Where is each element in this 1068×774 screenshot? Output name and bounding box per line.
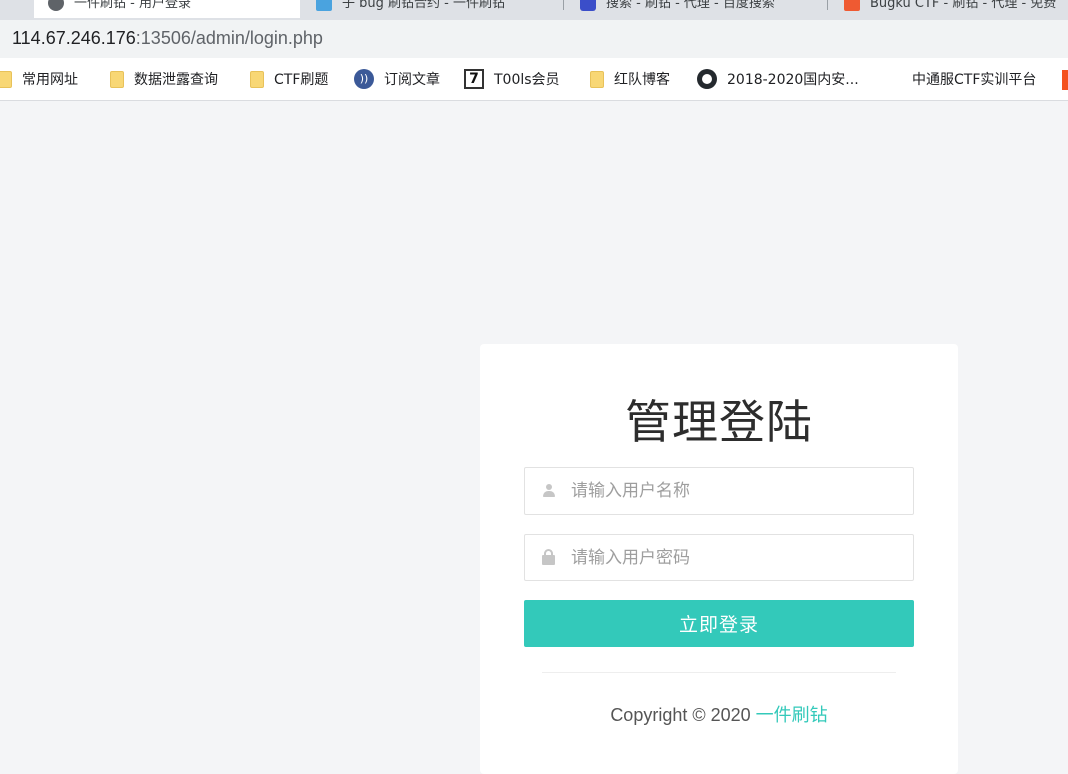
bugku-icon (844, 0, 860, 11)
bookmark-data-leak[interactable]: 数据泄露查询 (110, 69, 218, 89)
url-path: :13506/admin/login.php (135, 28, 323, 48)
globe-icon (48, 0, 64, 11)
folder-icon (0, 70, 12, 88)
copyright-text: Copyright © 2020 (610, 705, 751, 725)
bookmark-label: 订阅文章 (384, 72, 440, 88)
url-text[interactable]: 114.67.246.176:13506/admin/login.php (12, 28, 323, 49)
bookmarks-bar: 常用网址 数据泄露查询 CTF刷题 )) 订阅文章 7 T00ls会员 红队博客… (0, 58, 1068, 101)
bookmark-ctf[interactable]: CTF刷题 (250, 69, 328, 89)
tab-baidu[interactable]: 搜索 - 刷钻 - 代理 - 百度搜索 (566, 0, 826, 18)
bookmark-label: 红队博客 (614, 72, 670, 88)
tab-login[interactable]: 一件刷钻 - 用户登录 (34, 0, 300, 18)
bookmark-subscriptions[interactable]: )) 订阅文章 (354, 69, 440, 89)
login-card: 管理登陆 立即登录 Copyright © 2020 一件刷钻 (480, 344, 958, 774)
login-button[interactable]: 立即登录 (524, 600, 914, 647)
bookmark-common-sites[interactable]: 常用网址 (0, 69, 78, 89)
t00ls-icon: 7 (464, 69, 484, 89)
tab-label: Bugku CTF - 刷钻 - 代理 - 免费 (870, 0, 1057, 11)
bookmark-label: 中通服CTF实训平台 (912, 72, 1037, 88)
folder-icon (590, 70, 604, 88)
tab-separator (563, 0, 564, 10)
tab-label: 搜索 - 刷钻 - 代理 - 百度搜索 (606, 0, 775, 11)
user-icon (543, 484, 555, 498)
bookmark-label: T00ls会员 (494, 72, 560, 88)
tab-label: 一件刷钻 - 用户登录 (74, 0, 191, 11)
tab-bug[interactable]: 子 bug 刷钻合约 - 一件刷钻 (302, 0, 562, 18)
copyright: Copyright © 2020 一件刷钻 (480, 701, 958, 727)
bookmark-label: 2018-2020国内安... (727, 72, 859, 88)
bookmark-label: 常用网址 (22, 72, 78, 88)
bookmark-t00ls[interactable]: 7 T00ls会员 (464, 69, 560, 89)
bookmark-label: CTF刷题 (274, 72, 329, 88)
lock-icon (542, 549, 555, 565)
password-input[interactable] (571, 535, 901, 580)
folder-icon (110, 70, 124, 88)
address-bar[interactable]: 114.67.246.176:13506/admin/login.php (0, 20, 1068, 58)
bookmark-label: 数据泄露查询 (134, 72, 218, 88)
tab-strip: 一件刷钻 - 用户登录 子 bug 刷钻合约 - 一件刷钻 搜索 - 刷钻 - … (0, 0, 1068, 20)
password-field[interactable] (524, 534, 914, 581)
page-icon (316, 0, 332, 11)
copyright-link[interactable]: 一件刷钻 (756, 705, 828, 725)
divider (542, 672, 896, 673)
rss-icon: )) (354, 69, 374, 89)
username-input[interactable] (571, 468, 901, 514)
tab-separator (827, 0, 828, 10)
github-icon (697, 69, 717, 89)
bookmark-github-repo[interactable]: 2018-2020国内安... (697, 69, 859, 89)
url-host: 114.67.246.176 (12, 28, 136, 48)
bookmark-ctf-platform[interactable]: 中通服CTF实训平台 (912, 69, 1036, 89)
tab-bugku[interactable]: Bugku CTF - 刷钻 - 代理 - 免费 (830, 0, 1068, 18)
bookmark-redteam[interactable]: 红队博客 (590, 69, 670, 89)
page-title: 管理登陆 (625, 395, 813, 449)
tab-label: 子 bug 刷钻合约 - 一件刷钻 (342, 0, 505, 11)
baidu-icon (580, 0, 596, 11)
username-field[interactable] (524, 467, 914, 515)
folder-icon (250, 70, 264, 88)
bookmark-overflow-icon[interactable] (1062, 70, 1068, 90)
